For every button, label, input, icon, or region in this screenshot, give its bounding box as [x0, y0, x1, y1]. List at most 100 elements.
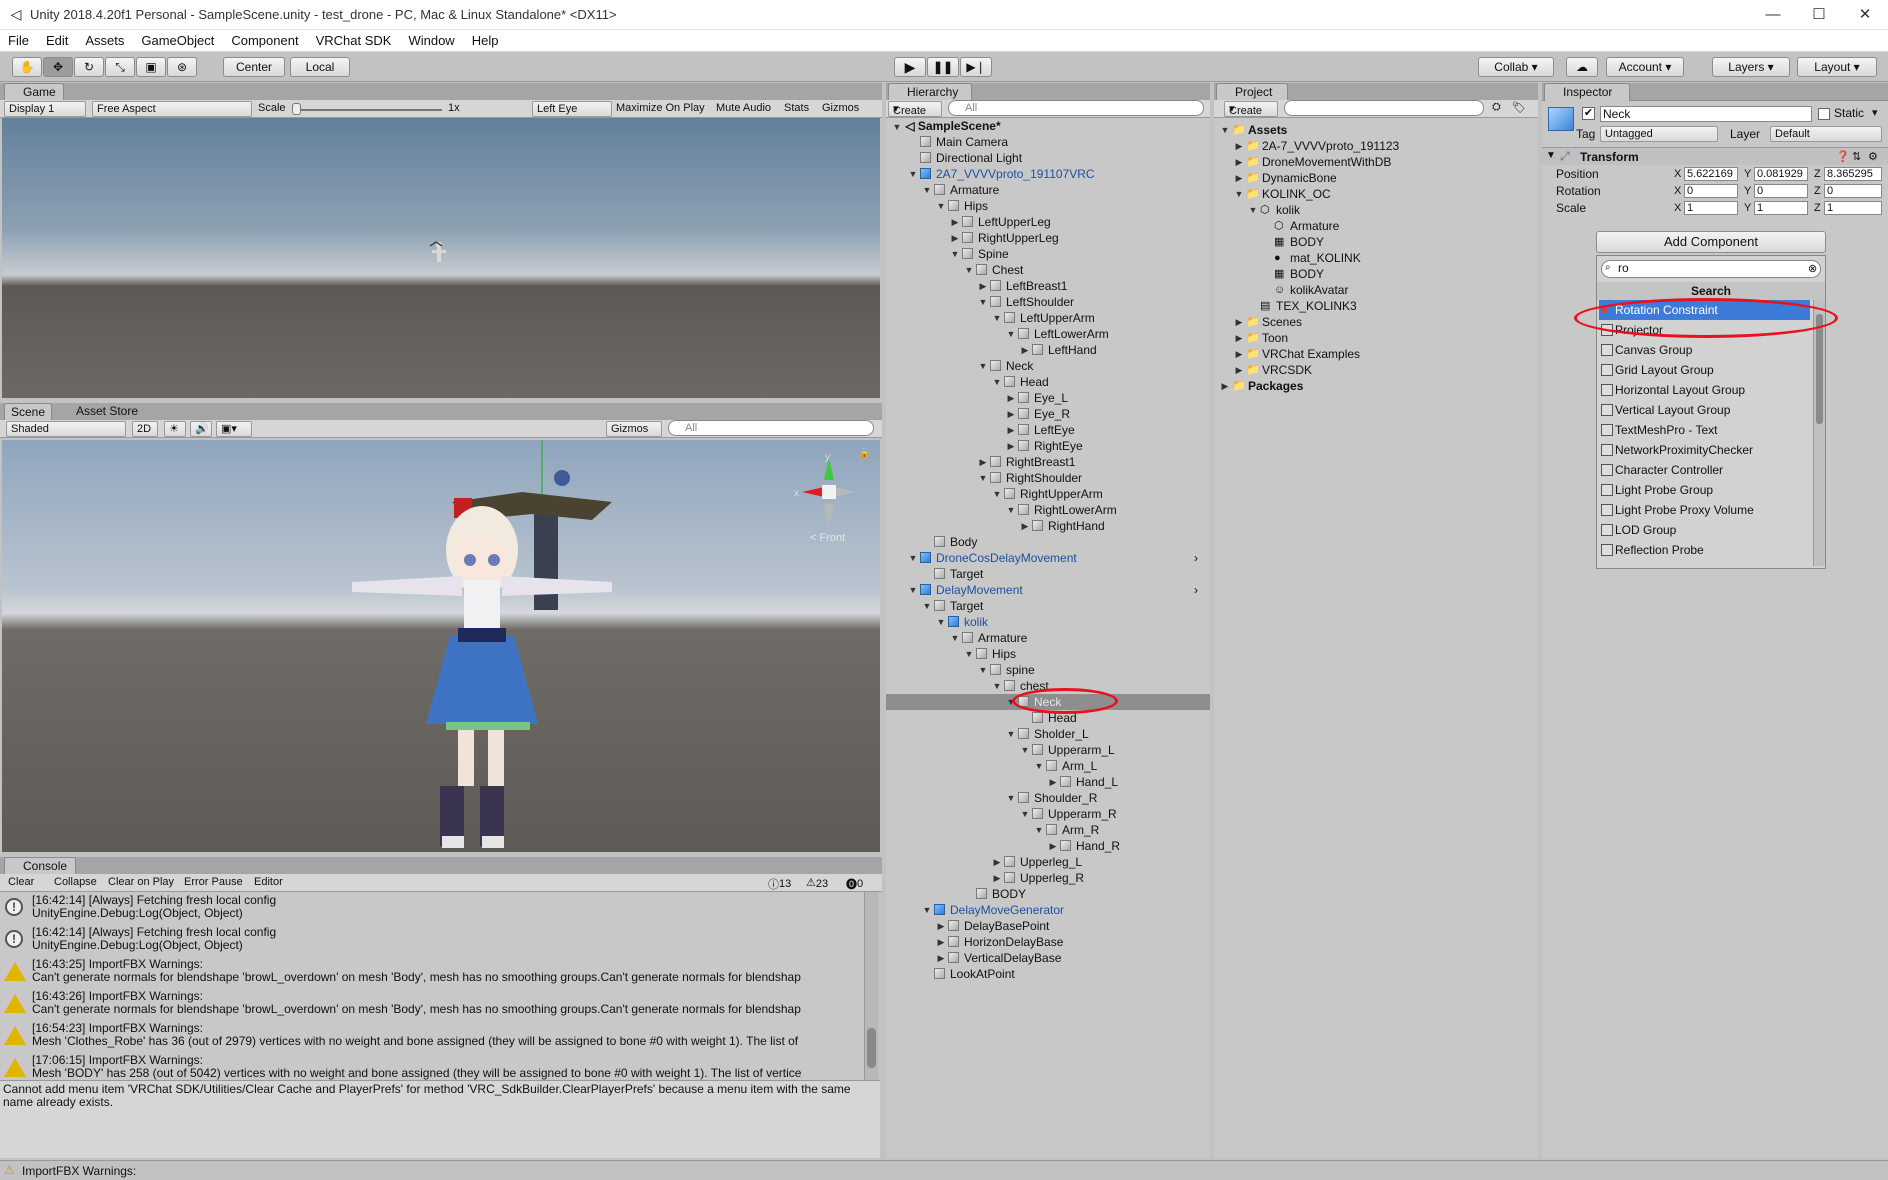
- component-result-item[interactable]: Canvas Group: [1599, 340, 1810, 360]
- tab-hierarchy[interactable]: Hierarchy: [888, 83, 972, 101]
- component-result-item[interactable]: Vertical Layout Group: [1599, 400, 1810, 420]
- hierarchy-row[interactable]: ▶ LeftHand: [886, 342, 1210, 358]
- expand-arrow-icon[interactable]: ▶: [1006, 438, 1016, 454]
- rotation-x-field[interactable]: 0: [1684, 184, 1738, 198]
- collapse-arrow-icon[interactable]: ▼: [978, 358, 988, 374]
- project-row[interactable]: ▤ TEX_KOLINK3: [1214, 298, 1538, 314]
- hierarchy-row[interactable]: Directional Light: [886, 150, 1210, 166]
- component-result-item[interactable]: Horizontal Layout Group: [1599, 380, 1810, 400]
- hierarchy-row[interactable]: ▼ Armature: [886, 630, 1210, 646]
- tab-asset-store[interactable]: Asset Store: [58, 403, 150, 421]
- hierarchy-row[interactable]: ▼ DelayMovement ›: [886, 582, 1210, 598]
- hierarchy-row[interactable]: ▼ LeftLowerArm: [886, 326, 1210, 342]
- project-row[interactable]: ▶ 📁 Toon: [1214, 330, 1538, 346]
- hierarchy-row[interactable]: ▼ Upperarm_R: [886, 806, 1210, 822]
- project-row[interactable]: ▼ ⬡ kolik: [1214, 202, 1538, 218]
- component-result-item[interactable]: NetworkProximityChecker: [1599, 440, 1810, 460]
- hierarchy-row[interactable]: ▶ RightBreast1: [886, 454, 1210, 470]
- pivot-local-button[interactable]: Local: [290, 57, 350, 77]
- expand-arrow-icon[interactable]: ▶: [992, 854, 1002, 870]
- mute-audio-toggle[interactable]: Mute Audio: [716, 102, 771, 114]
- collapse-arrow-icon[interactable]: ▼: [992, 374, 1002, 390]
- hierarchy-row[interactable]: ▶ DelayBasePoint: [886, 918, 1210, 934]
- game-gizmos-dropdown[interactable]: Gizmos: [822, 102, 859, 114]
- step-button[interactable]: ▶❘: [960, 57, 992, 77]
- game-viewport[interactable]: [2, 118, 880, 398]
- menu-component[interactable]: Component: [223, 30, 307, 48]
- scene-viewport[interactable]: y x < Front 🔒: [2, 440, 880, 852]
- component-result-item[interactable]: Light Probe Group: [1599, 480, 1810, 500]
- collapse-arrow-icon[interactable]: ▼: [1248, 202, 1258, 218]
- position-x-field[interactable]: 5.622169: [1684, 167, 1738, 181]
- console-entry-detail[interactable]: UnityEngine.Debug:Log(Object, Object): [32, 907, 872, 920]
- hierarchy-row[interactable]: ▶ Hand_L: [886, 774, 1210, 790]
- transform-settings-gear-icon[interactable]: ⚙: [1868, 150, 1878, 163]
- component-result-item[interactable]: LOD Group: [1599, 520, 1810, 540]
- hierarchy-row[interactable]: ▼ Chest: [886, 262, 1210, 278]
- hierarchy-row[interactable]: Target: [886, 566, 1210, 582]
- collapse-arrow-icon[interactable]: ▼: [908, 166, 918, 182]
- component-result-item[interactable]: Grid Layout Group: [1599, 360, 1810, 380]
- collapse-arrow-icon[interactable]: ▼: [992, 310, 1002, 326]
- scale-y-field[interactable]: 1: [1754, 201, 1808, 215]
- pivot-center-button[interactable]: Center: [223, 57, 285, 77]
- menu-vrchat-sdk[interactable]: VRChat SDK: [308, 30, 401, 48]
- console-clear-on-play-button[interactable]: Clear on Play: [108, 876, 174, 888]
- scale-slider[interactable]: [296, 109, 442, 111]
- hierarchy-row[interactable]: ▼ DroneCosDelayMovement ›: [886, 550, 1210, 566]
- warning-count-badge[interactable]: ⚠ 23: [806, 876, 828, 890]
- project-row[interactable]: ▶ 📁 DynamicBone: [1214, 170, 1538, 186]
- component-search-clear-icon[interactable]: ⊗: [1808, 262, 1817, 275]
- hierarchy-row[interactable]: ▼ Shoulder_R: [886, 790, 1210, 806]
- layers-dropdown[interactable]: Layers ▾: [1712, 57, 1790, 77]
- tab-game[interactable]: Game: [4, 83, 64, 101]
- layer-dropdown[interactable]: Default: [1770, 126, 1882, 142]
- console-entry-detail[interactable]: Can't generate normals for blendshape 'b…: [32, 971, 872, 984]
- tab-scene[interactable]: Scene: [4, 403, 52, 421]
- expand-arrow-icon[interactable]: ▶: [1006, 406, 1016, 422]
- collapse-arrow-icon[interactable]: ▼: [978, 294, 988, 310]
- component-result-item[interactable]: TextMeshPro - Text: [1599, 420, 1810, 440]
- collapse-arrow-icon[interactable]: ▼: [1034, 758, 1044, 774]
- console-scrollbar[interactable]: [864, 892, 878, 1080]
- minimize-button[interactable]: —: [1756, 4, 1790, 26]
- expand-arrow-icon[interactable]: ▶: [1048, 774, 1058, 790]
- hierarchy-row[interactable]: ▼ Hips: [886, 646, 1210, 662]
- hand-tool-icon[interactable]: ✋: [12, 57, 42, 77]
- menu-gameobject[interactable]: GameObject: [133, 30, 223, 48]
- component-list-scrollbar[interactable]: [1813, 300, 1825, 566]
- expand-arrow-icon[interactable]: ▶: [1234, 138, 1244, 154]
- aspect-dropdown[interactable]: Free Aspect: [92, 101, 252, 117]
- lighting-icon[interactable]: ☀: [164, 421, 186, 437]
- position-y-field[interactable]: 0.081929: [1754, 167, 1808, 181]
- project-row[interactable]: ▶ 📁 2A-7_VVVVproto_191123: [1214, 138, 1538, 154]
- console-error-pause-button[interactable]: Error Pause: [184, 876, 243, 888]
- maximize-button[interactable]: ☐: [1802, 4, 1836, 26]
- expand-arrow-icon[interactable]: ▶: [1234, 314, 1244, 330]
- scale-tool-icon[interactable]: ⤡: [105, 57, 135, 77]
- console-entry-detail[interactable]: UnityEngine.Debug:Log(Object, Object): [32, 939, 872, 952]
- expand-arrow-icon[interactable]: ▶: [978, 454, 988, 470]
- menu-window[interactable]: Window: [400, 30, 463, 48]
- component-search-input[interactable]: ro: [1601, 260, 1821, 278]
- menu-assets[interactable]: Assets: [77, 30, 133, 48]
- rotation-y-field[interactable]: 0: [1754, 184, 1808, 198]
- console-scrollbar-thumb[interactable]: [867, 1028, 876, 1068]
- hierarchy-search-input[interactable]: All: [948, 100, 1204, 116]
- hierarchy-row[interactable]: ▼ Head: [886, 374, 1210, 390]
- collapse-arrow-icon[interactable]: ▼: [908, 550, 918, 566]
- project-row[interactable]: ▶ 📁 DroneMovementWithDB: [1214, 154, 1538, 170]
- expand-arrow-icon[interactable]: ▶: [936, 918, 946, 934]
- collapse-arrow-icon[interactable]: ▼: [964, 262, 974, 278]
- rotation-z-field[interactable]: 0: [1824, 184, 1882, 198]
- collapse-arrow-icon[interactable]: ▼: [964, 646, 974, 662]
- menu-help[interactable]: Help: [464, 30, 508, 48]
- static-checkbox[interactable]: [1818, 108, 1830, 120]
- scale-slider-handle[interactable]: [292, 103, 301, 115]
- project-row[interactable]: ▶ 📁 VRChat Examples: [1214, 346, 1538, 362]
- scene-orientation-gizmo-icon[interactable]: y x: [794, 452, 864, 532]
- console-entry-detail[interactable]: Mesh 'BODY' has 258 (out of 5042) vertic…: [32, 1067, 872, 1080]
- tag-dropdown[interactable]: Untagged: [1600, 126, 1718, 142]
- hierarchy-row[interactable]: ▼ Armature: [886, 182, 1210, 198]
- scene-search-input[interactable]: All: [668, 420, 874, 436]
